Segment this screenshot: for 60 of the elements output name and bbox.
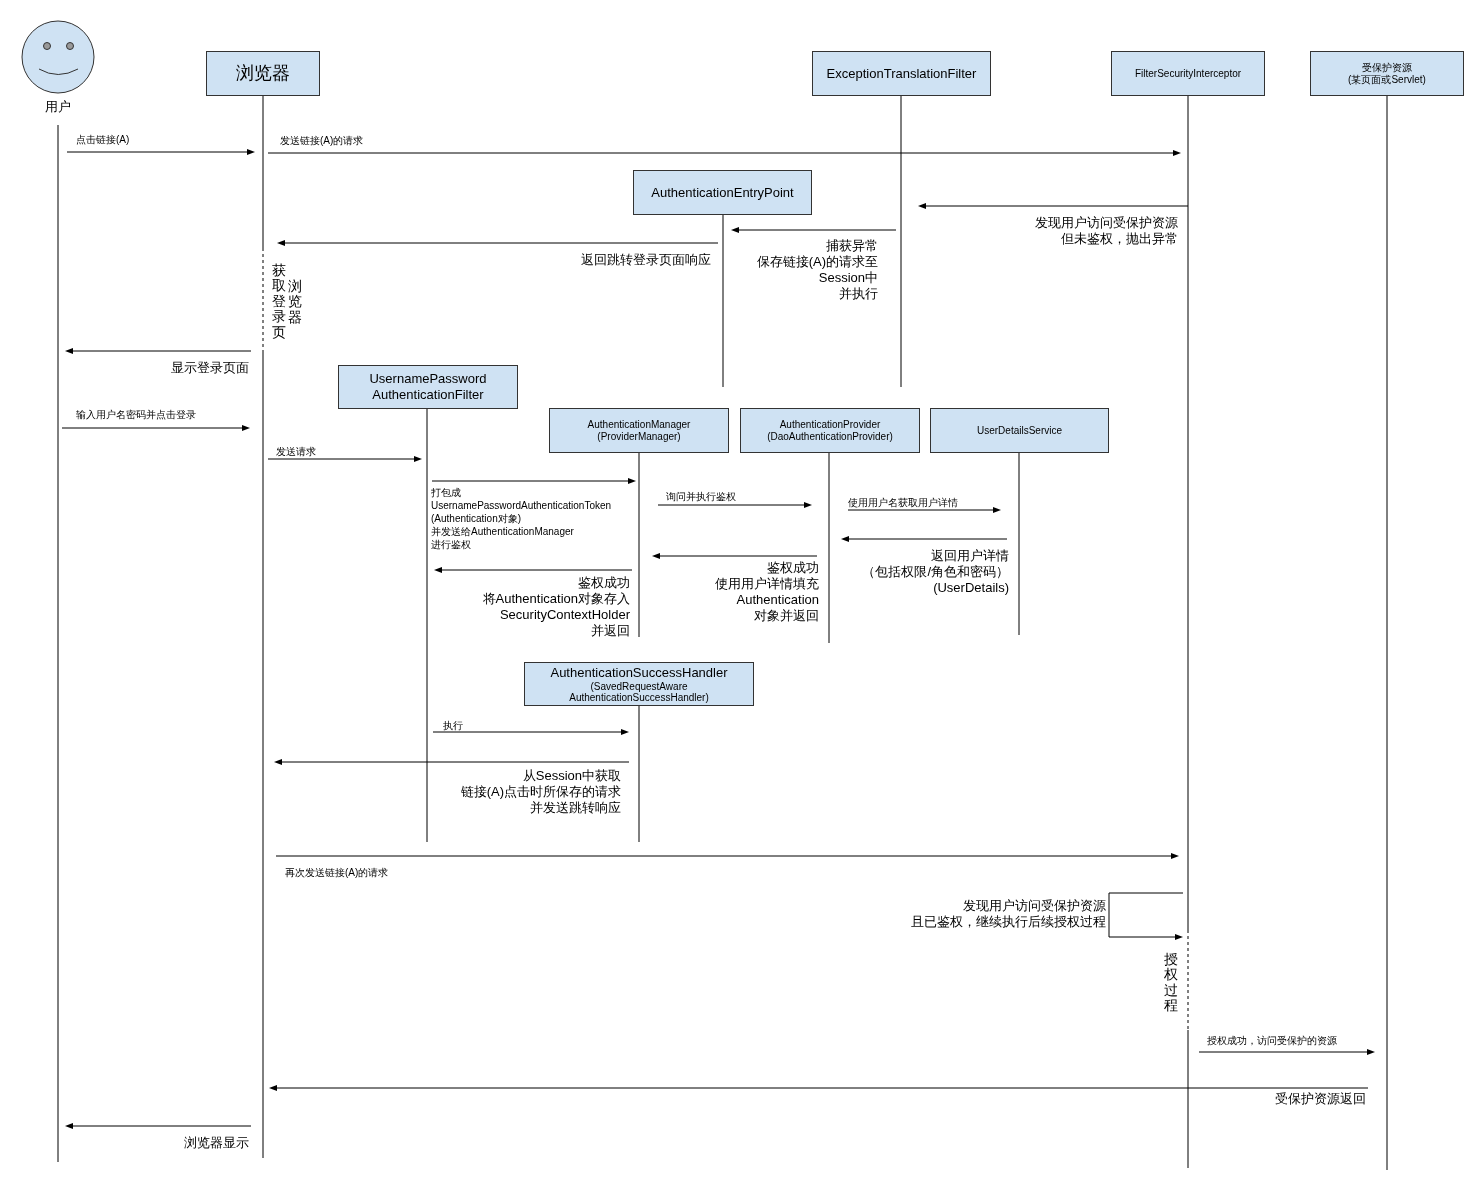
participant-label: AuthenticationProvider [779, 418, 881, 431]
message-label: （包括权限/角色和密码） [862, 564, 1009, 580]
message-label: 受保护资源返回 [1275, 1091, 1366, 1107]
participant-label: (DaoAuthenticationProvider) [767, 430, 893, 443]
message-label: 再次发送链接(A)的请求 [285, 866, 389, 879]
message-label: 保存链接(A)的请求至 [756, 254, 878, 270]
message-label: 并返回 [591, 623, 630, 639]
vertical-note: 授权过程 [1164, 952, 1178, 1014]
participant-subtitle: AuthenticationSuccessHandler) [569, 691, 709, 703]
message-label: Authentication [736, 592, 819, 608]
message-label: 鉴权成功 [767, 560, 819, 576]
message-label: 并发送跳转响应 [530, 800, 621, 816]
participant-label: AuthenticationEntryPoint [651, 184, 794, 201]
participant-label: 浏览器 [236, 62, 290, 85]
participant-label: (某页面或Servlet) [1348, 73, 1426, 86]
vertical-note: 浏览器 [288, 279, 302, 326]
message-label: SecurityContextHolder [499, 607, 630, 623]
message-label: 使用用户名获取用户详情 [848, 496, 958, 509]
message-label: 发现用户访问受保护资源 [963, 898, 1106, 914]
message-label: 发送请求 [276, 445, 316, 458]
participant-label: 受保护资源 [1362, 61, 1412, 74]
message-label: 发现用户访问受保护资源 [1035, 215, 1178, 231]
message-label: 执行 [443, 719, 463, 732]
participant-label: (ProviderManager) [597, 430, 681, 443]
message-label: 返回跳转登录页面响应 [581, 252, 711, 268]
message-label: (UserDetails) [933, 580, 1009, 596]
message-label: 但未鉴权，抛出异常 [1061, 231, 1178, 247]
message-label: 链接(A)点击时所保存的请求 [460, 784, 621, 800]
participant-subtitle: (SavedRequestAware [590, 680, 688, 692]
message-label: UsernamePasswordAuthenticationToken [431, 499, 612, 512]
participant-label: UsernamePassword [369, 371, 487, 387]
message-label: 显示登录页面 [171, 360, 249, 376]
message-label: 使用用户详情填充 [715, 576, 819, 592]
message-label: 打包成 [431, 486, 461, 499]
message-label: 鉴权成功 [578, 575, 630, 591]
message-label: 从Session中获取 [522, 768, 621, 784]
actor-label: 用户 [44, 98, 72, 116]
message-label: 授权成功，访问受保护的资源 [1207, 1034, 1337, 1047]
message-label: 输入用户名密码并点击登录 [76, 408, 196, 421]
message-label: 捕获异常 [826, 238, 878, 254]
message-label: 进行鉴权 [431, 538, 471, 551]
message-label: 浏览器显示 [184, 1135, 249, 1151]
message-label: 询问并执行鉴权 [666, 490, 736, 503]
message-label: 发送链接(A)的请求 [280, 134, 364, 147]
participant-label: AuthenticationSuccessHandler [550, 665, 728, 681]
message-label: 并发送给AuthenticationManager [431, 525, 574, 538]
message-label: 将Authentication对象存入 [482, 591, 630, 607]
message-label: Session中 [818, 270, 878, 286]
vertical-note: 获取登录页 [272, 263, 286, 340]
participant-label: UserDetailsService [977, 424, 1062, 437]
message-label: 并执行 [839, 286, 878, 302]
participant-label: AuthenticationFilter [372, 387, 484, 403]
message-label: 返回用户详情 [931, 548, 1009, 564]
message-label: 点击链接(A) [76, 133, 130, 146]
participant-label: ExceptionTranslationFilter [826, 65, 977, 82]
message-label: (Authentication对象) [431, 512, 522, 525]
message-label: 且已鉴权，继续执行后续授权过程 [911, 914, 1106, 930]
message-label: 对象并返回 [754, 608, 819, 624]
participant-label: AuthenticationManager [587, 418, 691, 431]
participant-label: FilterSecurityInterceptor [1134, 67, 1242, 80]
